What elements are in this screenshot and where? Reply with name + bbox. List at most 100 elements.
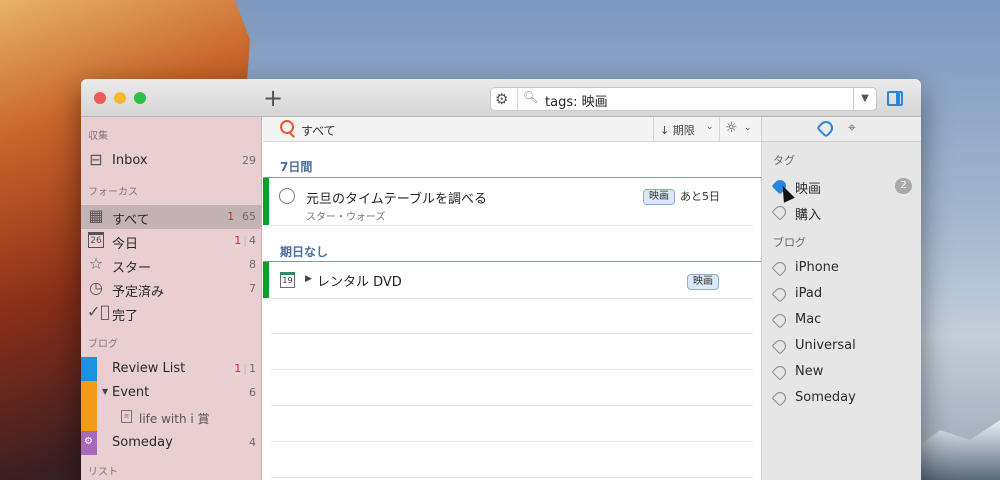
row-divider	[271, 477, 753, 478]
sidebar-item-label: 予定済み	[112, 285, 165, 300]
tag-item-mac[interactable]: Mac	[762, 309, 921, 331]
section-blog-tags: ブログ	[773, 236, 806, 249]
sidebar-item-life-with[interactable]: ≡ life with i 賞	[81, 406, 262, 430]
sidebar-item-label: Someday	[112, 435, 173, 450]
task-tag[interactable]: 映画	[643, 189, 675, 205]
chevron-down-icon[interactable]: ⌄	[744, 123, 752, 133]
tag-label: Someday	[795, 390, 856, 405]
sidebar-item-count: 29	[242, 154, 256, 167]
tag-label: iPad	[795, 286, 823, 301]
sidebar-item-count: 1 | 1	[234, 362, 256, 375]
task-title: 元旦のタイムテーブルを調べる	[306, 192, 487, 207]
brightness-icon[interactable]: ☼	[725, 120, 738, 136]
close-button[interactable]	[94, 92, 106, 104]
row-divider	[271, 441, 753, 442]
tag-label: 映画	[795, 182, 822, 197]
section-collect: 収集	[88, 131, 108, 142]
task-accent-bar	[263, 178, 269, 225]
tag-item-iphone[interactable]: iPhone	[762, 257, 921, 279]
task-title: レンタル DVD	[317, 275, 402, 290]
tag-label: New	[795, 364, 824, 379]
tag-icon	[771, 259, 789, 277]
task-subtitle: スター・ウォーズ	[306, 212, 386, 223]
zoom-button[interactable]	[134, 92, 146, 104]
sidebar-item-label: スター	[112, 261, 152, 276]
row-divider	[271, 369, 753, 370]
list-icon: ≡	[121, 410, 132, 423]
section-blog: ブログ	[88, 339, 118, 350]
row-divider	[271, 298, 753, 299]
star-icon: ☆	[88, 254, 104, 273]
sidebar-item-label: Inbox	[112, 153, 148, 168]
tag-count-badge: 2	[895, 178, 912, 194]
sidebar-item-done[interactable]: ✓⃝ 完了	[81, 301, 262, 325]
tag-item-someday[interactable]: Someday	[762, 387, 921, 409]
tag-icon	[771, 389, 789, 407]
task-list-pane: すべて ↓ 期限 ⌄ ☼ ⌄ 7日間 元旦のタイムテーブルを調べる スター・ウォ…	[263, 117, 761, 480]
sidebar-item-count: 4	[249, 436, 256, 449]
tag-item-buy[interactable]: 購入	[762, 201, 921, 223]
row-divider	[271, 225, 753, 226]
search-query[interactable]: tags: 映画	[545, 91, 608, 110]
sidebar-item-label: Event	[112, 385, 150, 400]
location-pin-icon[interactable]: ⌖	[848, 120, 856, 136]
clock-icon: ◷	[89, 278, 103, 297]
sidebar-item-label: life with i 賞	[139, 412, 210, 426]
section-tags: タグ	[773, 154, 795, 167]
sidebar-item-inbox[interactable]: ⊟ Inbox 29	[81, 149, 262, 173]
sidebar-item-count: 6	[249, 386, 256, 399]
sidebar-item-starred[interactable]: ☆ スター 8	[81, 253, 262, 277]
sidebar-item-count: 1 | 65	[227, 210, 256, 223]
task-accent-bar	[263, 262, 269, 298]
sort-button[interactable]: ↓ 期限	[660, 122, 695, 138]
tag-icon	[771, 203, 789, 221]
tags-pane: ⌖ タグ 映画 2 購入 ブログ iPhone iPad Mac Univers…	[761, 117, 921, 480]
tag-icon[interactable]	[816, 118, 836, 138]
task-checkbox[interactable]	[279, 188, 295, 204]
tag-label: iPhone	[795, 260, 839, 275]
chevron-down-icon[interactable]: ⌄	[706, 122, 714, 132]
search-options-dropdown[interactable]: ▼	[853, 87, 877, 111]
sidebar-item-all[interactable]: ▦ すべて 1 | 65	[81, 205, 262, 229]
task-row[interactable]: 19 ▶ レンタル DVD 映画	[263, 262, 761, 298]
sidebar-item-label: 今日	[112, 237, 139, 252]
task-row[interactable]: 元旦のタイムテーブルを調べる スター・ウォーズ 映画 あと5日	[263, 178, 761, 225]
minimize-button[interactable]	[114, 92, 126, 104]
sidebar-item-scheduled[interactable]: ◷ 予定済み 7	[81, 277, 262, 301]
sidebar-item-today[interactable]: 26 今日 1 | 4	[81, 229, 262, 253]
disclosure-triangle-icon[interactable]: ▼	[102, 387, 108, 396]
list-toolbar: すべて ↓ 期限 ⌄ ☼ ⌄	[263, 117, 761, 142]
app-window: + ⚙ 🔍︎ tags: 映画 ✕ ▼ 収集 ⊟ Inbox 29 フォーカス …	[81, 79, 921, 480]
add-task-button[interactable]: +	[263, 84, 283, 112]
row-divider	[271, 405, 753, 406]
task-due: あと5日	[680, 190, 720, 203]
tag-label: Mac	[795, 312, 822, 327]
inbox-icon: ⊟	[89, 150, 103, 169]
tag-icon	[771, 285, 789, 303]
sidebar-item-label: 完了	[112, 309, 139, 324]
toolbar-divider	[719, 117, 720, 142]
row-divider	[271, 333, 753, 334]
filter-label: すべて	[301, 124, 336, 138]
sidebar-item-event[interactable]: ▼ Event 6	[81, 381, 262, 405]
tag-item-new[interactable]: New	[762, 361, 921, 383]
disclosure-triangle-icon[interactable]: ▶	[305, 274, 312, 284]
sidebar-item-count: 1 | 4	[234, 234, 256, 247]
search-icon	[280, 120, 294, 134]
sidebar-item-someday[interactable]: ⚙ Someday 4	[81, 431, 262, 455]
title-bar: + ⚙ 🔍︎ tags: 映画 ✕ ▼	[81, 79, 921, 117]
section-focus: フォーカス	[88, 187, 138, 198]
tags-toolbar: ⌖	[762, 117, 921, 142]
tag-icon	[771, 363, 789, 381]
task-tag[interactable]: 映画	[687, 274, 719, 290]
sidebar-item-count: 7	[249, 282, 256, 295]
search-icon: 🔍︎	[523, 90, 539, 104]
tag-item-ipad[interactable]: iPad	[762, 283, 921, 305]
gear-icon[interactable]: ⚙	[495, 90, 508, 108]
search-field[interactable]: ⚙ 🔍︎ tags: 映画 ✕	[490, 87, 877, 111]
sidebar-item-label: すべて	[112, 213, 150, 228]
sidebar-item-review-list[interactable]: Review List 1 | 1	[81, 357, 262, 381]
tag-item-universal[interactable]: Universal	[762, 335, 921, 357]
calendar-icon: 26	[88, 232, 104, 248]
inspector-toggle-icon[interactable]	[887, 91, 903, 106]
